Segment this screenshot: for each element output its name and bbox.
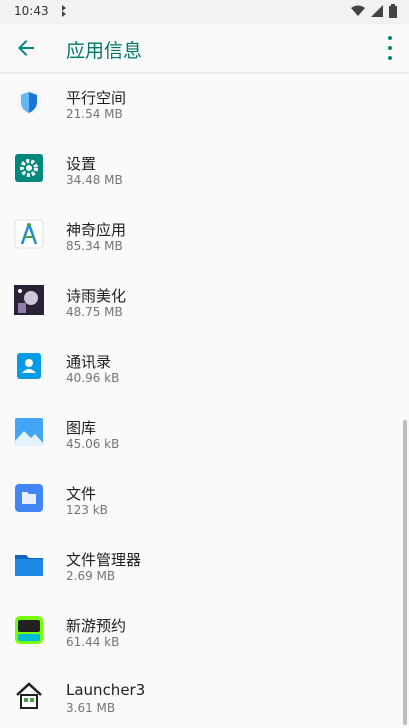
more-options-icon[interactable] <box>385 36 395 60</box>
parallel-space-icon <box>14 87 44 117</box>
list-item[interactable]: 平行空间 21.54 MB <box>0 87 409 153</box>
app-name: 文件管理器 <box>66 551 142 569</box>
app-name: 平行空间 <box>66 89 127 107</box>
list-item[interactable]: 设置 34.48 MB <box>0 153 409 219</box>
scrollbar[interactable] <box>403 420 407 725</box>
list-item[interactable]: 文件管理器 2.69 MB <box>0 549 409 615</box>
list-item[interactable]: 通讯录 40.96 kB <box>0 351 409 417</box>
app-list: 平行空间 21.54 MB 设置 34.48 MB 神奇应用 85.34 MB <box>0 72 409 728</box>
app-name: 神奇应用 <box>66 221 127 239</box>
debug-icon <box>62 5 66 17</box>
app-size: 123 kB <box>66 503 108 517</box>
file-manager-icon <box>14 549 44 579</box>
page-title: 应用信息 <box>66 40 143 62</box>
back-arrow-icon[interactable] <box>14 36 38 60</box>
app-name: 图库 <box>66 419 97 437</box>
app-size: 34.48 MB <box>66 173 123 187</box>
shiyu-beautify-icon <box>14 285 44 315</box>
signal-icon <box>371 5 383 17</box>
app-name: Launcher3 <box>66 681 146 699</box>
wifi-icon <box>351 5 365 16</box>
contacts-icon <box>14 351 44 381</box>
app-bar: 应用信息 <box>0 24 409 72</box>
app-size: 45.06 kB <box>66 437 120 451</box>
list-item[interactable]: 图库 45.06 kB <box>0 417 409 483</box>
app-name: 新游预约 <box>66 617 127 635</box>
magic-app-icon <box>14 219 44 249</box>
status-time: 10:43 <box>14 4 49 18</box>
app-name: 通讯录 <box>66 353 112 371</box>
files-icon <box>14 483 44 513</box>
list-item[interactable]: 文件 123 kB <box>0 483 409 549</box>
app-size: 48.75 MB <box>66 305 123 319</box>
app-size: 3.61 MB <box>66 701 116 715</box>
status-bar: 10:43 <box>0 0 409 24</box>
new-game-reservation-icon <box>14 615 44 645</box>
app-size: 40.96 kB <box>66 371 120 385</box>
app-name: 诗雨美化 <box>66 287 127 305</box>
list-item[interactable]: 诗雨美化 48.75 MB <box>0 285 409 351</box>
app-size: 85.34 MB <box>66 239 123 253</box>
list-item[interactable]: 神奇应用 85.34 MB <box>0 219 409 285</box>
list-item[interactable]: Launcher3 3.61 MB <box>0 681 409 728</box>
list-item[interactable]: 新游预约 61.44 kB <box>0 615 409 681</box>
app-name: 文件 <box>66 485 97 503</box>
app-size: 61.44 kB <box>66 635 120 649</box>
launcher-home-icon <box>14 681 44 711</box>
battery-icon <box>389 4 397 18</box>
app-name: 设置 <box>66 155 97 173</box>
app-size: 2.69 MB <box>66 569 116 583</box>
gallery-icon <box>14 417 44 447</box>
settings-gear-icon <box>14 153 44 183</box>
app-size: 21.54 MB <box>66 107 123 121</box>
